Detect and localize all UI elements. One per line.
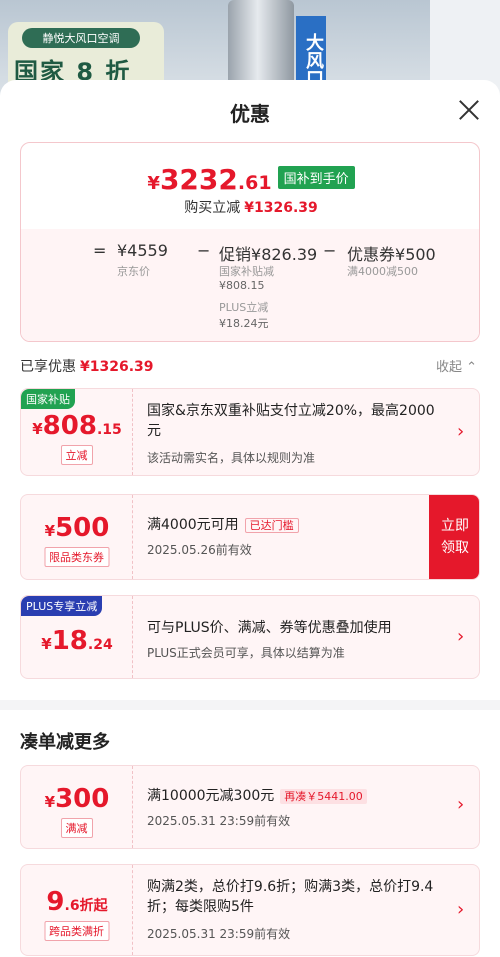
value-integer: 18 (51, 626, 88, 656)
value-integer: 300 (55, 784, 110, 814)
plus-desc: 可与PLUS价、满减、券等优惠叠加使用 (147, 620, 392, 636)
jd-price-label: 京东价 (117, 265, 150, 278)
multi-category-card[interactable]: 9.6折起 跨品类满折 购满2类，总价打9.6折；购满3类，总价打9.4折；每类… (20, 864, 480, 956)
coupon-rule: 满4000减500 (347, 265, 418, 278)
subsidy-sub: 该活动需实名，具体以规则为准 (147, 451, 316, 465)
coupon-amount: ¥500 (395, 245, 436, 264)
remaining-amount-tag: 再凑￥5441.00 (280, 789, 367, 804)
currency-symbol: ¥ (44, 793, 56, 811)
coupon-card[interactable]: ¥500 限品类东券 满4000元可用 已达门槛 2025.05.26前有效 立即… (20, 494, 480, 580)
reduction-tag: 满减 (60, 818, 93, 838)
plus-sub: PLUS正式会员可享，具体以结算为准 (147, 646, 345, 660)
buy-discount-label: 购买立减 (184, 200, 241, 216)
promo-sub1-label: 国家补贴减 (219, 265, 274, 278)
close-icon[interactable] (458, 99, 480, 121)
multi-category-tag: 跨品类满折 (44, 921, 109, 941)
value-decimal: .15 (96, 422, 122, 438)
subsidy-price-badge: 国补到手价 (277, 166, 355, 189)
sheet-title: 优惠 (230, 102, 270, 126)
collapse-toggle[interactable]: 收起 ⌃ (436, 356, 477, 375)
multi-category-desc: 购满2类，总价打9.6折；购满3类，总价打9.4折；每类限购5件 (147, 879, 434, 915)
price-decimal: .61 (237, 172, 272, 194)
value-decimal: .6 (64, 898, 80, 914)
multi-category-expiry: 2025.05.31 23:59前有效 (147, 927, 291, 941)
card-value-panel: 9.6折起 跨品类满折 (21, 865, 133, 955)
more-section-title: 凑单减更多 (20, 732, 110, 753)
subsidy-card[interactable]: ¥808.15 立减 国家补贴 国家&京东双重补贴支付立减20%，最高2000元… (20, 388, 480, 476)
coupon-condition: 满4000元可用 (147, 517, 239, 533)
minus-sign: − (323, 241, 337, 260)
value-unit: 折起 (79, 898, 108, 914)
coupon-value: ¥500 (21, 513, 133, 543)
jd-price: ¥4559 (117, 241, 168, 260)
claim-button[interactable]: 立即领取 (429, 495, 479, 579)
price-summary: ¥3232.61 国补到手价 购买立减 ¥1326.39 = ¥4559 京东价 … (20, 142, 480, 342)
coupon-desc: 满4000元可用 已达门槛 (147, 515, 299, 536)
value-integer: 808 (42, 411, 97, 441)
reduction-expiry: 2025.05.31 23:59前有效 (147, 814, 291, 828)
currency-symbol: ¥ (44, 522, 56, 540)
promo-amount: ¥826.39 (251, 245, 318, 264)
reduction-value: ¥300 (21, 784, 133, 814)
chevron-right-icon: › (457, 421, 465, 442)
reduction-condition: 满10000元减300元 (147, 788, 275, 804)
value-decimal: .24 (87, 637, 113, 653)
coupon-label: 优惠券 (347, 245, 396, 264)
plus-value: ¥18.24 (21, 626, 133, 656)
currency-symbol: ¥ (41, 635, 52, 653)
card-value-panel: ¥300 满减 (21, 766, 133, 848)
buy-discount-row: 购买立减 ¥1326.39 (21, 197, 479, 217)
plus-corner-badge: PLUS专享立减 (21, 596, 103, 616)
enjoyed-label: 已享优惠 (20, 359, 76, 375)
price-integer: 3232 (159, 163, 238, 196)
promo-pill: 静悦大风口空调 (22, 28, 140, 48)
chevron-right-icon: › (457, 626, 465, 647)
promo-sub1-amount: ¥808.15 (219, 279, 265, 292)
value-integer: 9 (46, 887, 65, 917)
discount-sheet: 优惠 ¥3232.61 国补到手价 购买立减 ¥1326.39 = ¥4559 京… (0, 80, 500, 957)
minus-sign: − (197, 241, 211, 260)
reduction-desc: 满10000元减300元 再凑￥5441.00 (147, 786, 367, 807)
card-value-panel: ¥500 限品类东券 (21, 495, 133, 579)
coupon-expiry: 2025.05.26前有效 (147, 543, 252, 557)
enjoyed-discount: 已享优惠 ¥1326.39 (20, 356, 154, 376)
corner-badge: 国家补贴 (21, 389, 75, 409)
promo-sub2-label: PLUS立减 (219, 301, 269, 314)
chevron-up-icon: ⌃ (466, 360, 478, 375)
equals-sign: = (93, 241, 107, 260)
final-price-row: ¥3232.61 国补到手价 (21, 163, 479, 196)
coupon-type-tag: 限品类东券 (44, 547, 109, 567)
value-integer: 500 (55, 513, 110, 543)
chevron-right-icon: › (457, 794, 465, 815)
collapse-label: 收起 (436, 360, 463, 375)
promo-sub2-amount: ¥18.24元 (219, 317, 269, 330)
currency-symbol: ¥ (32, 420, 43, 438)
threshold-met-tag: 已达门槛 (244, 518, 299, 533)
section-divider (0, 700, 500, 710)
subsidy-tag: 立减 (60, 445, 93, 465)
enjoyed-amount: ¥1326.39 (80, 359, 154, 375)
subsidy-value: ¥808.15 (21, 411, 133, 441)
buy-discount-amount: ¥1326.39 (244, 200, 318, 216)
promo-label: 促销 (219, 245, 252, 264)
plus-card[interactable]: ¥18.24 PLUS专享立减 可与PLUS价、满减、券等优惠叠加使用 PLUS… (20, 595, 480, 679)
subsidy-desc: 国家&京东双重补贴支付立减20%，最高2000元 (147, 403, 435, 439)
full-reduction-card[interactable]: ¥300 满减 满10000元减300元 再凑￥5441.00 2025.05.3… (20, 765, 480, 849)
price-symbol: ¥ (147, 173, 160, 194)
chevron-right-icon: › (457, 899, 465, 920)
discount-value: 9.6折起 (21, 887, 133, 917)
